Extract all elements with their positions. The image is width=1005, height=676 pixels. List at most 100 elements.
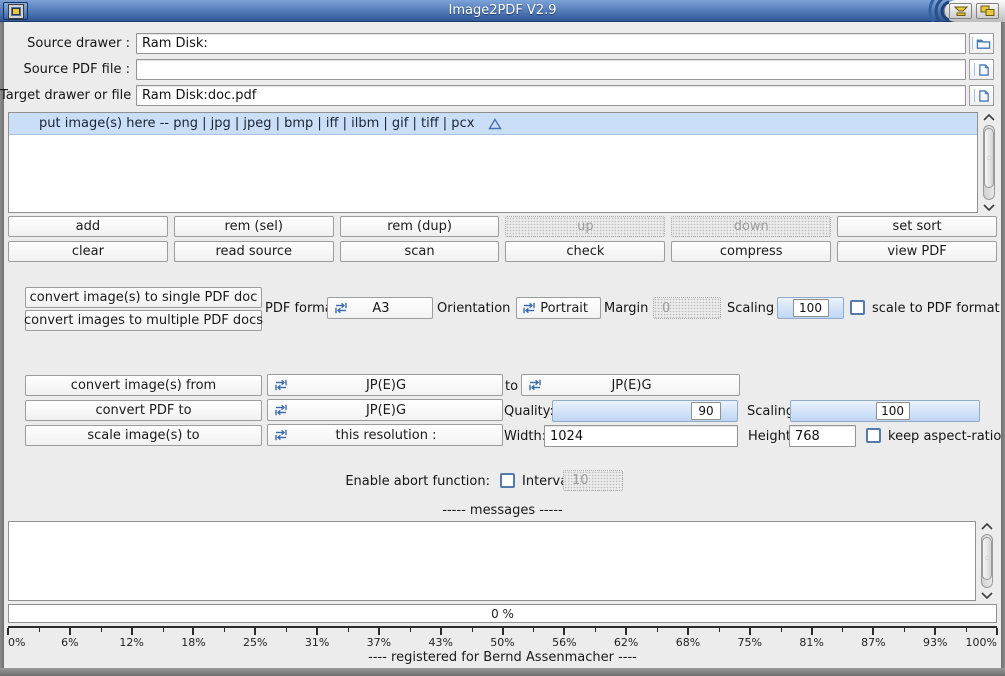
- scrollbar-track[interactable]: [983, 125, 995, 200]
- ruler-label: 81%: [799, 636, 823, 649]
- convert-pdf-to-button[interactable]: convert PDF to: [25, 400, 262, 421]
- titlebar[interactable]: Image2PDF V2.9: [0, 0, 1005, 22]
- scroll-down-icon[interactable]: [981, 202, 997, 213]
- ruler-label: 87%: [861, 636, 885, 649]
- from-format-cycle[interactable]: JP(E)G: [267, 374, 503, 396]
- rem-sel-button[interactable]: rem (sel): [174, 216, 334, 237]
- iconify-icon: [954, 6, 968, 17]
- depth-icon: [980, 5, 995, 17]
- image-file-list[interactable]: put image(s) here -- png | jpg | jpeg | …: [8, 112, 978, 213]
- folder-icon: [976, 37, 991, 50]
- scrollbar-track[interactable]: [981, 534, 993, 588]
- convert-images-from-button[interactable]: convert image(s) from: [25, 375, 262, 396]
- scroll-up-icon[interactable]: [979, 521, 995, 532]
- pdf-format-cycle[interactable]: A3: [327, 297, 433, 319]
- ruler-label: 93%: [923, 636, 947, 649]
- iconify-button[interactable]: [949, 3, 972, 19]
- file-icon: [978, 89, 990, 103]
- window-border-right: [1001, 22, 1005, 668]
- to-format-cycle[interactable]: JP(E)G: [521, 374, 740, 396]
- to-format-value: JP(E)G: [548, 378, 739, 393]
- ruler-label: 56%: [552, 636, 576, 649]
- resolution-cycle[interactable]: this resolution :: [267, 424, 503, 446]
- progress-bar: 0 %: [8, 604, 997, 623]
- orientation-label: Orientation :: [437, 298, 519, 319]
- window-border-bottom: [0, 668, 1005, 676]
- quality-value: 90: [691, 402, 721, 420]
- cycle-icon: [328, 302, 354, 314]
- scan-button[interactable]: scan: [340, 241, 500, 262]
- source-drawer-input[interactable]: [136, 33, 966, 54]
- cycle-icon: [268, 429, 294, 441]
- width-label: Width:: [504, 426, 546, 447]
- ruler-label: 37%: [367, 636, 391, 649]
- check-button[interactable]: check: [505, 241, 665, 262]
- height-input[interactable]: [789, 425, 856, 447]
- clear-button[interactable]: clear: [8, 241, 168, 262]
- scrollbar-thumb[interactable]: [982, 537, 992, 580]
- ruler-label: 68%: [676, 636, 700, 649]
- messages-scrollbar[interactable]: [979, 521, 995, 601]
- messages-box[interactable]: [8, 521, 976, 601]
- image-list-header[interactable]: put image(s) here -- png | jpg | jpeg | …: [9, 113, 977, 135]
- progress-value: 0 %: [491, 607, 514, 621]
- pdf-scaling-slider[interactable]: 100: [777, 297, 844, 319]
- ruler-label: 31%: [305, 636, 329, 649]
- read-source-button[interactable]: read source: [174, 241, 334, 262]
- convert-multiple-pdf-button[interactable]: convert images to multiple PDF docs: [25, 310, 262, 331]
- window-title: Image2PDF V2.9: [0, 0, 1005, 22]
- down-button[interactable]: down: [671, 216, 831, 237]
- pdf-format-value: A3: [354, 301, 432, 316]
- set-sort-button[interactable]: set sort: [837, 216, 997, 237]
- keep-aspect-checkbox[interactable]: [866, 428, 881, 443]
- cycle-icon: [522, 379, 548, 391]
- scaling-value: 100: [876, 402, 910, 420]
- scroll-down-icon[interactable]: [979, 590, 995, 601]
- margin-input[interactable]: 0: [653, 297, 721, 319]
- ruler-label: 100%: [966, 636, 997, 649]
- cycle-icon: [268, 404, 294, 416]
- file-icon: [978, 63, 990, 77]
- pdf-to-format-value: JP(E)G: [294, 403, 502, 418]
- scaling-slider[interactable]: 100: [790, 400, 980, 422]
- orientation-cycle[interactable]: Portrait: [516, 297, 601, 319]
- source-drawer-label: Source drawer :: [0, 33, 130, 54]
- target-input[interactable]: [136, 85, 966, 106]
- keep-aspect-label: keep aspect-ratio: [888, 426, 1001, 447]
- up-button[interactable]: up: [505, 216, 665, 237]
- pdf-to-format-cycle[interactable]: JP(E)G: [267, 399, 503, 421]
- source-pdf-input[interactable]: [136, 59, 966, 80]
- add-button[interactable]: add: [8, 216, 168, 237]
- orientation-value: Portrait: [540, 301, 600, 316]
- interval-input[interactable]: 10: [563, 470, 623, 491]
- source-drawer-browse-button[interactable]: [969, 33, 994, 54]
- ruler-label: 75%: [738, 636, 762, 649]
- view-pdf-button[interactable]: view PDF: [837, 241, 997, 262]
- window-border-left: [0, 22, 4, 668]
- source-pdf-browse-button[interactable]: [969, 59, 994, 80]
- quality-label: Quality:: [504, 401, 554, 422]
- scale-to-pdf-label: scale to PDF format: [872, 298, 1000, 319]
- scale-to-pdf-checkbox[interactable]: [850, 300, 865, 315]
- resolution-value: this resolution :: [294, 428, 502, 443]
- scale-images-button[interactable]: scale image(s) to: [25, 425, 262, 446]
- browse-separator: [974, 63, 975, 76]
- from-format-value: JP(E)G: [294, 378, 502, 393]
- pdf-scaling-label: Scaling :: [727, 298, 783, 319]
- scrollbar-thumb[interactable]: [984, 128, 994, 188]
- scroll-up-icon[interactable]: [981, 112, 997, 123]
- width-input[interactable]: [544, 425, 738, 447]
- cycle-icon: [517, 302, 540, 314]
- enable-abort-checkbox[interactable]: [500, 473, 515, 488]
- image2pdf-window: Image2PDF V2.9 Source drawer :: [0, 0, 1005, 676]
- target-browse-button[interactable]: [969, 85, 994, 106]
- browse-separator: [972, 37, 973, 50]
- image-list-scrollbar[interactable]: [981, 112, 997, 213]
- quality-slider[interactable]: 90: [552, 400, 738, 422]
- rem-dup-button[interactable]: rem (dup): [340, 216, 500, 237]
- compress-button[interactable]: compress: [671, 241, 831, 262]
- depth-button[interactable]: [976, 3, 999, 19]
- ruler-label: 6%: [61, 636, 78, 649]
- ruler-label: 62%: [614, 636, 638, 649]
- convert-single-pdf-button[interactable]: convert image(s) to single PDF doc: [25, 287, 262, 308]
